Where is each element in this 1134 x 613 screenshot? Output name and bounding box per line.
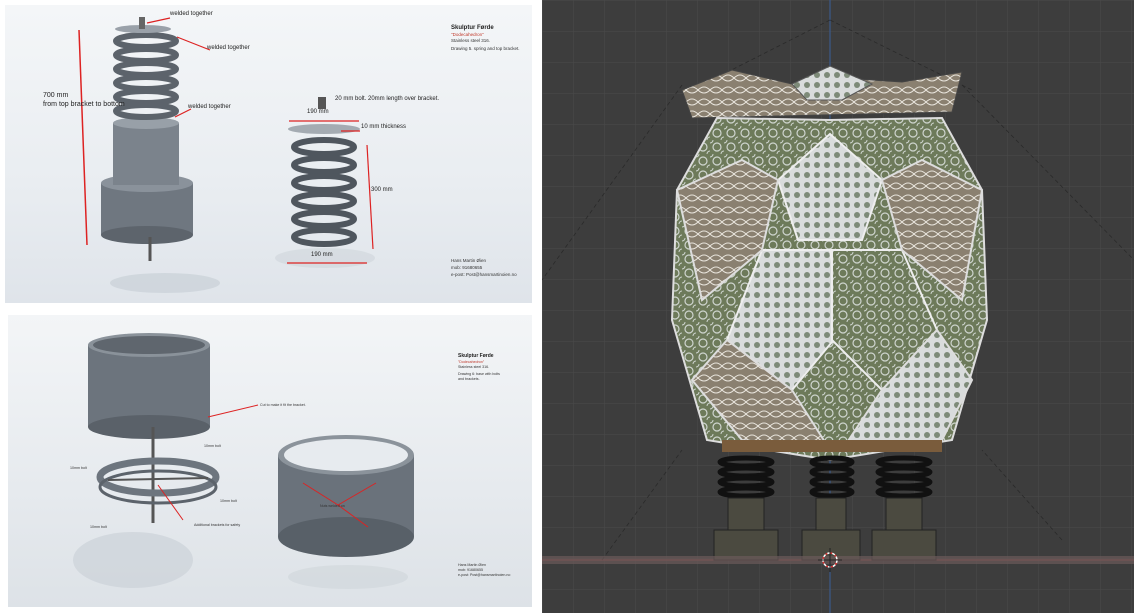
sheet-title-2: Skulptur Førde <box>458 353 494 359</box>
cut-note: Cut to make it fit the bracket. <box>260 403 306 407</box>
contact-email: e-post: Post@hansmartinoien.no <box>451 272 517 277</box>
height-note: from top bracket to bottom <box>43 101 125 108</box>
bottom-diameter-label: 190 mm <box>311 252 333 258</box>
drawing-sheet-spring: welded together welded together welded t… <box>5 5 532 303</box>
spring-height-label: 300 mm <box>371 187 393 193</box>
contact-mob: mob: 91680655 <box>451 265 483 270</box>
sheet-material: Stainless steel 316. <box>451 38 491 43</box>
contact-email-2: e-post: Post@hansmartinoien.no <box>458 573 511 577</box>
sheet-title: Skulptur Førde <box>451 25 494 31</box>
contact-mob-2: mob: 91680655 <box>458 568 483 572</box>
sheet-material-2: Stainless steel 316. <box>458 365 490 369</box>
bolt-label-d: 10mm bolt <box>90 525 107 529</box>
sheet-drawing: Drawing 5. spring and top bracket. <box>451 46 520 51</box>
thickness-label: 10 mm thickness <box>361 124 407 130</box>
brackets-note: Additional brackets for safety <box>194 523 241 527</box>
contact-name-2: Hans Martin Øien <box>458 563 486 567</box>
welded-label-1: welded together <box>170 11 213 17</box>
drawing-sheet-base: Cut to make it fit the bracket. 10mm bol… <box>8 315 532 607</box>
bolt-label-a: 10mm bolt <box>204 444 221 448</box>
sheet-drawing-2: Drawing 6: base with bolts <box>458 372 500 376</box>
top-diameter-label: 190 mm <box>307 109 329 115</box>
height-dimension: 700 mm <box>43 92 69 99</box>
sheet-drawing-2b: and brackets. <box>458 377 480 381</box>
bolt-label-b: 10mm bolt <box>70 466 87 470</box>
welded-label-2: welded together <box>207 45 250 51</box>
welded-label-3: welded together <box>188 104 231 110</box>
bolt-label: 20 mm bolt. 20mm length over bracket. <box>335 96 440 102</box>
sheet-subtitle-2: "Dodecahedron" <box>458 360 485 364</box>
contact-name: Hans Martin Øien <box>451 258 487 263</box>
3d-viewport[interactable] <box>542 0 1134 613</box>
bolt-label-c: 10mm bolt <box>220 499 237 503</box>
sheet-subtitle: "Dodecahedron" <box>451 32 484 37</box>
viewport-scene[interactable] <box>542 0 1134 613</box>
nuts-note: Nuts welded on <box>320 504 345 508</box>
base-assembly-render <box>73 333 414 589</box>
